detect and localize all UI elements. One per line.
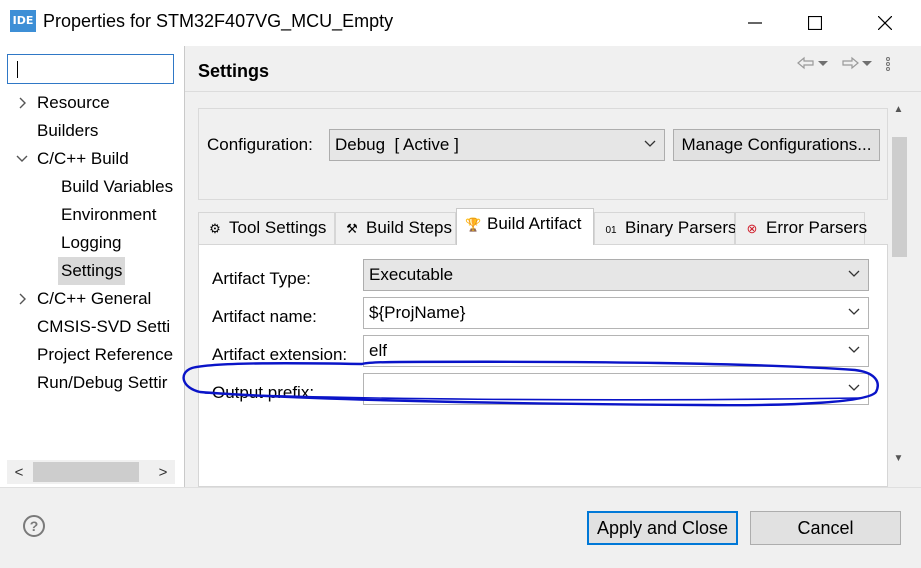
configuration-select[interactable]: Debug [ Active ] [329,129,665,161]
app-icon: IDE [10,10,36,32]
maximize-icon [808,16,822,30]
title-separator [185,91,921,92]
sidebar-item-cpp-build[interactable]: C/C++ Build [37,145,129,173]
output-prefix-label: Output prefix: [212,383,315,402]
chevron-right-icon[interactable] [17,293,29,305]
sidebar-item-cmsis-svd-settings[interactable]: CMSIS-SVD Setti [37,313,170,341]
configuration-value: Debug [ Active ] [335,135,459,154]
horizontal-scrollbar[interactable]: < > [7,460,175,484]
tab-build-artifact[interactable]: 🏆 Build Artifact [456,208,594,245]
error-parsers-icon: ⊗ [746,221,758,236]
configuration-group: Configuration: Debug [ Active ] Manage C… [198,108,888,200]
sidebar-item-environment[interactable]: Environment [61,201,156,229]
build-steps-icon: ⚒ [346,221,358,236]
artifact-name-label: Artifact name: [212,307,317,326]
scrollbar-thumb[interactable] [892,137,907,257]
dropdown-icon[interactable] [817,56,829,70]
artifact-type-select[interactable]: Executable [363,259,869,291]
forward-arrow-icon[interactable] [841,56,859,70]
tab-build-steps[interactable]: ⚒ Build Steps [335,212,456,244]
artifact-extension-value: elf [369,341,387,360]
filter-input[interactable] [7,54,174,84]
sidebar-item-build-variables[interactable]: Build Variables [61,173,173,201]
text-cursor [17,61,18,78]
artifact-type-label: Artifact Type: [212,269,311,288]
trophy-icon: 🏆 [465,217,482,232]
scroll-right-icon[interactable]: > [151,460,175,484]
window-title: Properties for STM32F407VG_MCU_Empty [43,11,394,31]
scrollbar-thumb[interactable] [33,462,139,482]
page-navigation [797,56,893,72]
tab-binary-parsers[interactable]: 01 Binary Parsers [594,212,737,244]
tab-label: Binary Parsers [625,218,737,237]
artifact-extension-field[interactable]: elf [363,335,869,367]
tab-label: Tool Settings [229,218,327,237]
sidebar-item-cpp-general[interactable]: C/C++ General [37,285,151,313]
artifact-name-field[interactable]: ${ProjName} [363,297,869,329]
tab-label: Build Artifact [487,214,582,233]
close-icon [878,16,892,30]
chevron-down-icon [848,270,860,277]
dialog-footer: ? Apply and Close Cancel [0,488,921,568]
page-title: Settings [198,61,270,81]
chevron-right-icon[interactable] [17,97,29,109]
artifact-extension-label: Artifact extension: [212,345,348,364]
sidebar-item-run-debug-settings[interactable]: Run/Debug Settir [37,369,167,397]
binary-parsers-icon: 01 [605,225,617,236]
view-menu-icon[interactable] [883,56,893,72]
help-icon[interactable]: ? [23,515,45,537]
tab-tool-settings[interactable]: ⚙ Tool Settings [198,212,335,244]
scroll-left-icon[interactable]: < [7,460,31,484]
settings-page: Settings Configuration: Debug [ Active ]… [185,46,921,487]
build-artifact-panel: Artifact Type: Executable Artifact name:… [198,244,888,487]
configuration-label: Configuration: [207,135,313,154]
sidebar-item-resource[interactable]: Resource [37,89,110,117]
chevron-down-icon [848,346,860,353]
close-button[interactable] [855,0,915,46]
tab-error-parsers[interactable]: ⊗ Error Parsers [735,212,868,244]
artifact-name-value: ${ProjName} [369,303,466,322]
sidebar-item-settings[interactable]: Settings [58,257,126,285]
vertical-scrollbar[interactable]: ▲ ▼ [890,101,907,487]
apply-and-close-button[interactable]: Apply and Close [587,511,738,545]
minimize-button[interactable] [725,0,785,46]
tab-bar: ⚙ Tool Settings ⚒ Build Steps 🏆 Build Artif… [198,208,888,245]
chevron-down-icon [848,308,860,315]
maximize-button[interactable] [785,0,845,46]
artifact-type-value: Executable [369,265,454,284]
chevron-down-icon [644,140,656,147]
minimize-icon [748,22,762,24]
sidebar-item-project-references[interactable]: Project Reference [37,341,173,369]
chevron-down-icon[interactable] [16,153,28,165]
property-tree-pane: Resource Builders C/C++ Build Build Vari… [0,46,184,487]
manage-configurations-button[interactable]: Manage Configurations... [673,129,880,161]
chevron-down-icon [848,384,860,391]
title-bar: IDE Properties for STM32F407VG_MCU_Empty [0,0,921,46]
output-prefix-field[interactable] [363,373,869,405]
tab-label: Error Parsers [766,218,868,237]
sidebar-item-logging[interactable]: Logging [61,229,122,257]
scroll-up-icon[interactable]: ▲ [890,101,907,118]
scroll-down-icon[interactable]: ▼ [890,450,907,467]
settings-content: Configuration: Debug [ Active ] Manage C… [198,108,888,487]
tool-settings-icon: ⚙ [209,221,221,236]
dropdown-icon[interactable] [861,56,873,70]
sidebar-item-builders[interactable]: Builders [37,117,98,145]
cancel-button[interactable]: Cancel [750,511,901,545]
tab-label: Build Steps [366,218,452,237]
back-arrow-icon[interactable] [797,56,815,70]
